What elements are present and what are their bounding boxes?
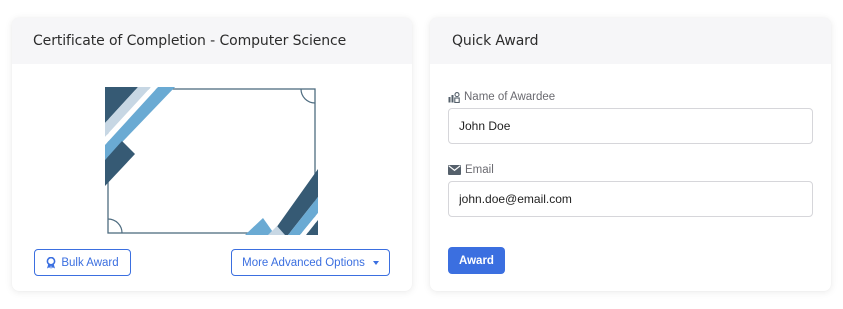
quick-award-card: Quick Award Name of Awardee Email Award	[430, 18, 831, 291]
more-advanced-options-button[interactable]: More Advanced Options	[231, 249, 390, 276]
awardee-name-input[interactable]	[448, 108, 813, 144]
quick-award-title: Quick Award	[430, 18, 831, 64]
certificate-title: Certificate of Completion - Computer Sci…	[12, 18, 412, 64]
awardee-email-input[interactable]	[448, 181, 813, 217]
award-ribbon-icon	[46, 256, 56, 269]
name-field-label: Name of Awardee	[448, 91, 555, 103]
award-button[interactable]: Award	[448, 247, 505, 274]
more-advanced-options-label: More Advanced Options	[242, 256, 365, 269]
email-field-label-text: Email	[465, 164, 494, 176]
caret-down-icon	[372, 260, 379, 265]
envelope-icon	[448, 165, 461, 175]
certificate-card: Certificate of Completion - Computer Sci…	[12, 18, 412, 291]
email-field-label: Email	[448, 164, 494, 176]
name-tag-icon	[448, 91, 460, 103]
name-field-label-text: Name of Awardee	[464, 91, 556, 103]
certificate-preview-image	[105, 87, 318, 235]
bulk-award-button[interactable]: Bulk Award	[34, 249, 131, 276]
certificate-preview[interactable]	[105, 87, 318, 235]
bulk-award-label: Bulk Award	[61, 256, 119, 269]
